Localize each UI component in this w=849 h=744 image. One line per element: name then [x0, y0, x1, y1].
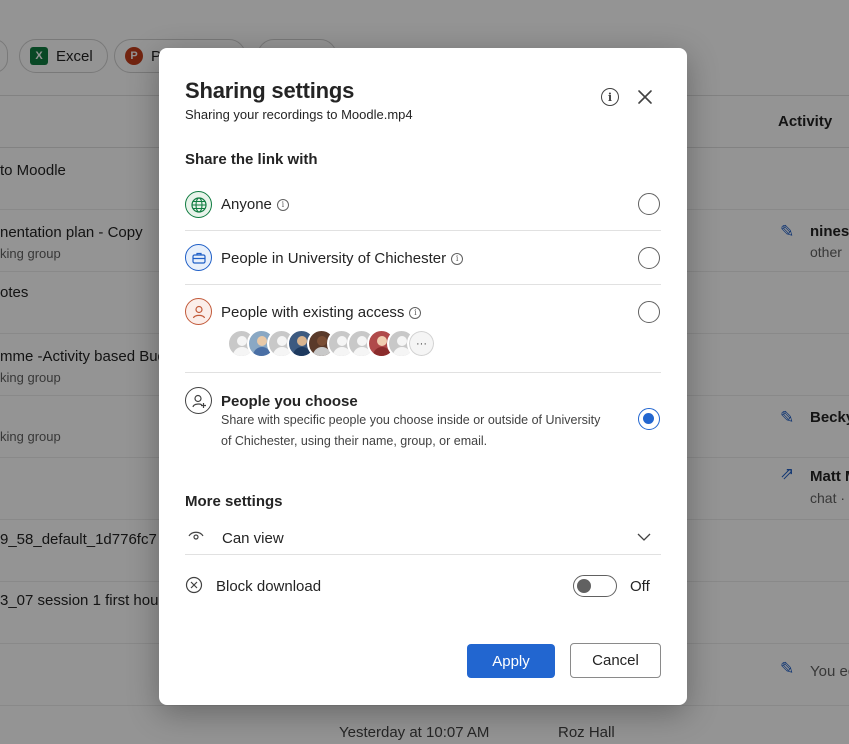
radio-anyone[interactable] [638, 193, 660, 215]
more-avatars-button[interactable]: ··· [407, 329, 436, 358]
cancel-button[interactable]: Cancel [570, 643, 661, 678]
option-people-you-choose[interactable]: People you choose Share with specific pe… [185, 373, 661, 463]
option-organization[interactable]: People in University of Chichester i [185, 231, 661, 285]
option-organization-label: People in University of Chichester [221, 250, 447, 267]
block-download-toggle[interactable] [573, 575, 617, 597]
option-anyone-label: Anyone [221, 196, 272, 213]
dialog-title: Sharing settings [185, 78, 355, 103]
chevron-down-icon [636, 530, 652, 548]
radio-people-you-choose[interactable] [638, 408, 660, 430]
info-icon[interactable]: i [601, 88, 619, 106]
close-icon[interactable] [634, 86, 656, 108]
toggle-state-label: Off [630, 578, 650, 595]
person-icon [185, 298, 212, 325]
option-description: Share with specific people you choose in… [221, 413, 601, 448]
apply-button[interactable]: Apply [467, 644, 555, 678]
dialog-subtitle: Sharing your recordings to Moodle.mp4 [185, 107, 413, 122]
info-icon[interactable]: i [276, 198, 289, 211]
eye-icon [187, 529, 205, 548]
block-download-row: Block download Off [185, 575, 661, 599]
radio-existing-access[interactable] [638, 301, 660, 323]
block-download-label: Block download [216, 578, 322, 595]
option-label: People with existing access i [221, 304, 422, 321]
avatar-stack[interactable]: ··· [227, 329, 436, 359]
person-add-icon [185, 387, 212, 414]
share-section-label: Share the link with [185, 151, 318, 168]
option-anyone[interactable]: Anyone i [185, 188, 661, 231]
block-icon [185, 576, 203, 599]
option-existing-label: People with existing access [221, 304, 405, 321]
permission-dropdown[interactable]: Can view [185, 526, 661, 555]
info-icon[interactable]: i [409, 306, 422, 319]
permission-value: Can view [222, 530, 284, 547]
option-label: People in University of Chichester i [221, 250, 464, 267]
more-settings-label: More settings [185, 493, 283, 510]
option-label: People you choose [221, 393, 358, 410]
globe-icon [185, 191, 212, 218]
option-label: Anyone i [221, 196, 289, 213]
radio-organization[interactable] [638, 247, 660, 269]
sharing-settings-dialog: Sharing settings Sharing your recordings… [159, 48, 687, 705]
briefcase-icon [185, 244, 212, 271]
option-choose-label: People you choose [221, 393, 358, 410]
info-icon[interactable]: i [451, 252, 464, 265]
